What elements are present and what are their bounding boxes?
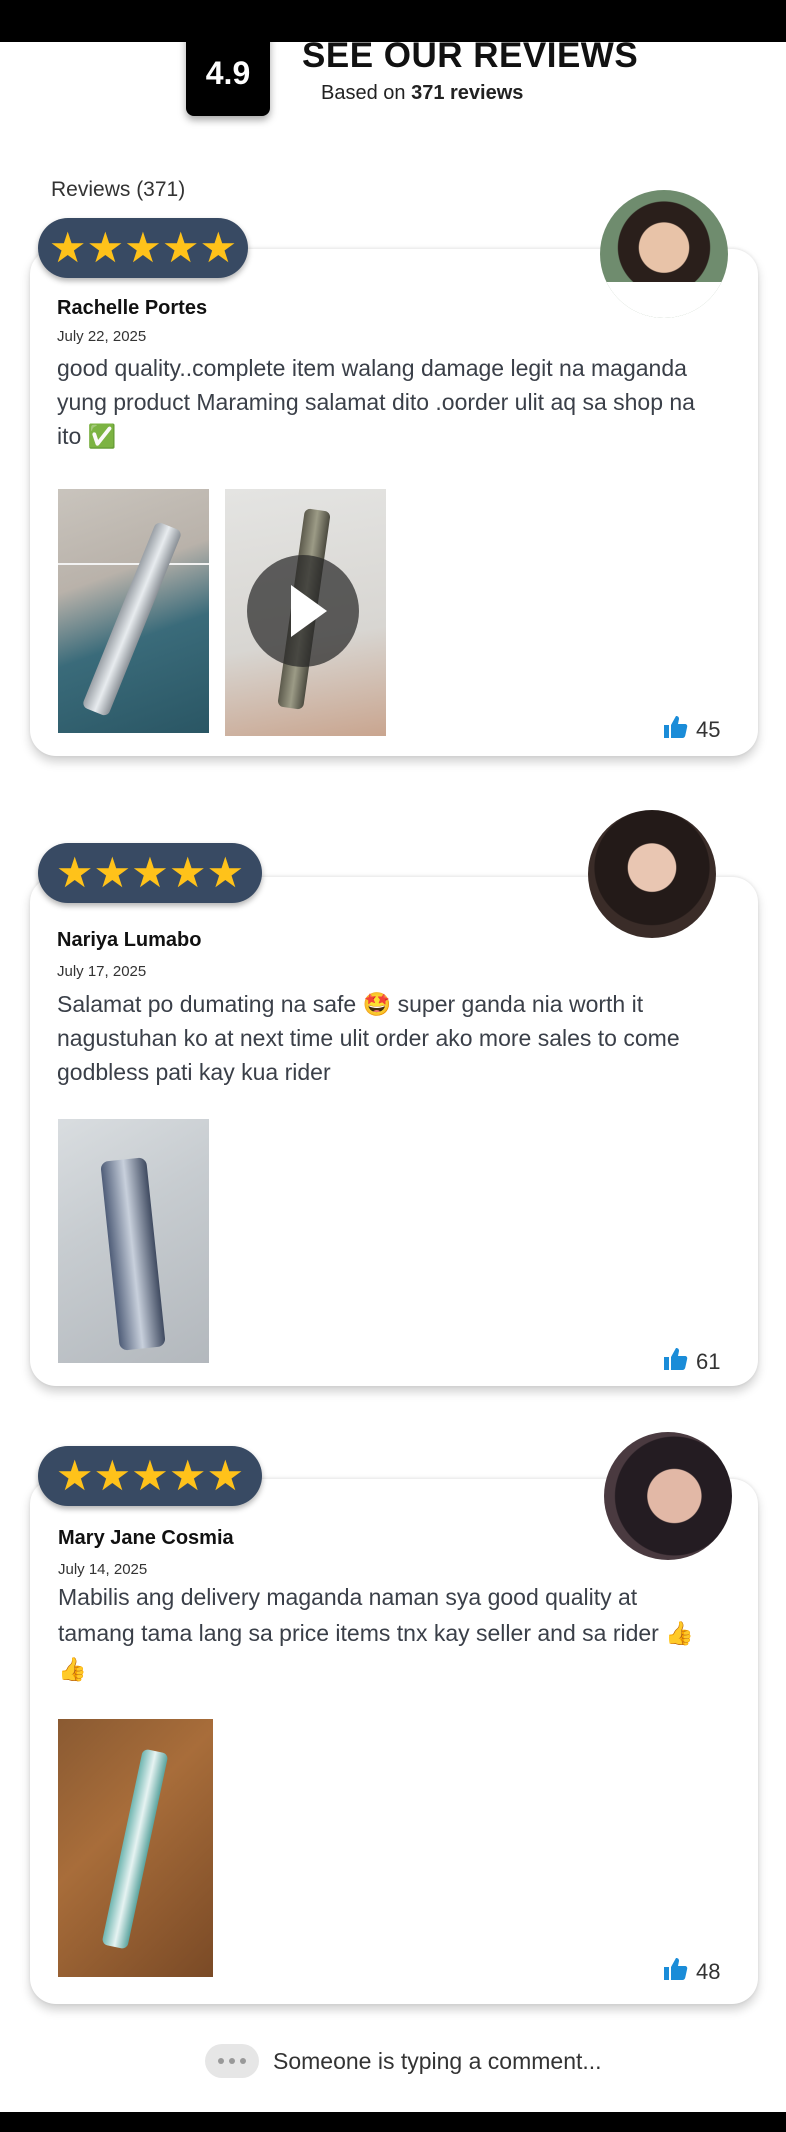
- rating-score-badge: 4.9: [186, 30, 270, 116]
- typing-indicator: Someone is typing a comment...: [205, 2044, 602, 2078]
- subtitle-count: 371 reviews: [411, 82, 524, 104]
- star-rating: ★★★★★: [38, 843, 262, 903]
- reviewer-name: Nariya Lumabo: [57, 929, 202, 951]
- thumbs-up-icon: [662, 1957, 688, 1987]
- star-rating: ★★★★★: [38, 1446, 262, 1506]
- typing-dots-icon: [205, 2044, 259, 2078]
- stars: ★★★★★: [55, 848, 245, 897]
- stars: ★★★★★: [55, 1451, 245, 1500]
- reviewer-avatar: [600, 190, 728, 318]
- reviews-count-label: Reviews (371): [51, 178, 186, 201]
- review-card: Rachelle Portes July 22, 2025 good quali…: [30, 248, 758, 756]
- stars: ★★★★★: [48, 223, 238, 272]
- reviewer-name: Mary Jane Cosmia: [58, 1527, 234, 1549]
- review-text: good quality..complete item walang damag…: [57, 355, 695, 449]
- like-button[interactable]: 48: [662, 1957, 720, 1987]
- product-image: [101, 1748, 169, 1950]
- thumbs-up-icon: [662, 1347, 688, 1377]
- like-count: 61: [696, 1349, 721, 1374]
- product-image: [100, 1157, 166, 1351]
- reviewer-name: Rachelle Portes: [57, 297, 208, 319]
- review-date: July 14, 2025: [58, 1561, 148, 1578]
- product-image: [81, 521, 183, 717]
- review-card: Nariya Lumabo July 17, 2025 Salamat po d…: [30, 876, 758, 1386]
- review-date: July 17, 2025: [57, 963, 147, 980]
- photo-divider: [58, 563, 209, 565]
- review-photo[interactable]: [58, 489, 209, 733]
- like-button[interactable]: 61: [662, 1347, 720, 1377]
- reviews-subheading: Based on 371 reviews: [321, 82, 523, 105]
- reviewer-avatar: [604, 1432, 732, 1560]
- review-photo[interactable]: [58, 1119, 209, 1363]
- thumbs-up-icon: [662, 715, 688, 745]
- review-text: Salamat po dumating na safe 🤩 super gand…: [57, 991, 680, 1085]
- reviewer-avatar: [588, 810, 716, 938]
- typing-text: Someone is typing a comment...: [273, 2047, 602, 2074]
- review-video[interactable]: [225, 489, 386, 736]
- like-count: 48: [696, 1959, 721, 1984]
- review-photo[interactable]: [58, 1719, 213, 1977]
- review-date: July 22, 2025: [57, 328, 147, 345]
- like-count: 45: [696, 717, 721, 742]
- review-text: Mabilis ang delivery maganda naman sya g…: [58, 1584, 694, 1682]
- play-icon[interactable]: [247, 555, 359, 667]
- bottom-bar: [0, 2112, 786, 2132]
- subtitle-prefix: Based on: [321, 82, 406, 104]
- like-button[interactable]: 45: [662, 715, 720, 745]
- avatar-mask: [600, 282, 728, 318]
- reviews-heading: SEE OUR REVIEWS: [302, 36, 639, 75]
- star-rating: ★★★★★: [38, 218, 248, 278]
